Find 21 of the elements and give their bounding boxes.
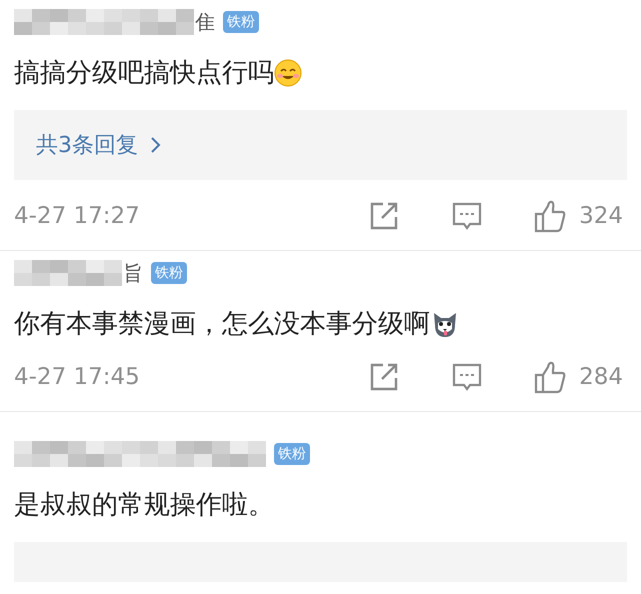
like-count: 324 [579, 202, 623, 231]
fan-badge: 铁粉 [274, 443, 310, 465]
comment-icon[interactable] [451, 362, 484, 392]
user-name[interactable]: 旨 [123, 258, 143, 288]
comment-text: 搞搞分级吧搞快点行吗 [14, 57, 274, 90]
comment-text: 你有本事禁漫画，怎么没本事分级啊 [14, 308, 430, 341]
like-icon[interactable] [533, 199, 568, 233]
chevron-right-icon [150, 136, 162, 154]
fan-badge: 铁粉 [223, 11, 259, 33]
comment-text: 是叔叔的常规操作啦。 [14, 489, 274, 522]
share-icon[interactable] [369, 362, 400, 392]
comment-icon[interactable] [451, 201, 484, 231]
share-icon[interactable] [369, 201, 400, 231]
fan-badge: 铁粉 [151, 262, 187, 284]
like-count: 284 [579, 362, 623, 392]
comment-time: 4-27 17:27 [14, 202, 140, 231]
comment-time: 4-27 17:45 [14, 362, 140, 392]
replies-count[interactable]: 共3条回复 [36, 128, 138, 162]
user-name[interactable]: 隹 [195, 7, 215, 37]
replies-link[interactable]: 共3条回复 [14, 110, 627, 180]
like-icon[interactable] [533, 360, 568, 394]
